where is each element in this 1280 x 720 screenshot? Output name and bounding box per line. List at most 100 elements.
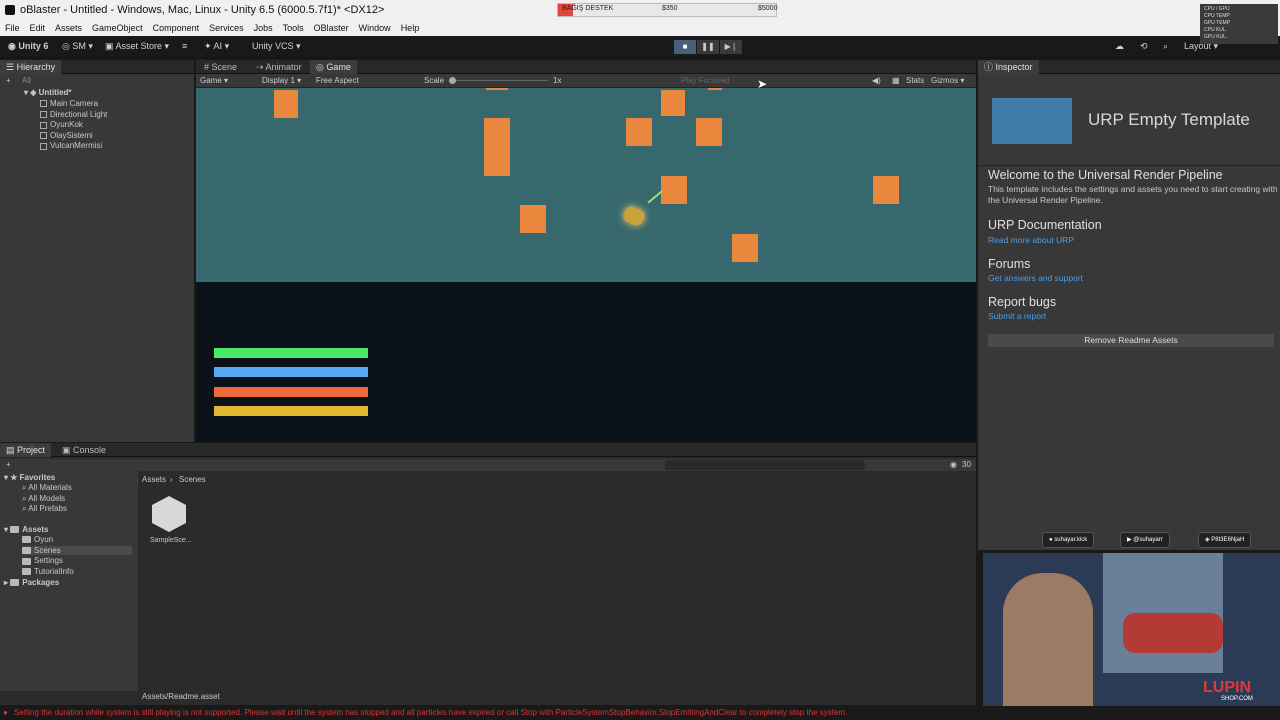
project-search-input[interactable] <box>665 460 865 470</box>
unity-scene-icon[interactable] <box>152 496 186 532</box>
tab-project[interactable]: ▤ Project <box>0 443 52 457</box>
hierarchy-item[interactable]: Directional Light <box>40 110 107 119</box>
inspector-header: ⓘ Inspector <box>978 60 1280 74</box>
remove-readme-button[interactable]: Remove Readme Assets <box>988 334 1274 347</box>
bar-orange <box>214 387 368 397</box>
tab-game[interactable]: ◎ Game <box>310 60 357 74</box>
vcs-button[interactable]: Unity VCS ▾ <box>252 41 301 52</box>
menu-item-file[interactable]: File <box>0 20 25 36</box>
gizmos-button[interactable]: Gizmos ▾ <box>931 76 964 85</box>
donation-current: $350 <box>662 5 678 12</box>
stop-button[interactable]: ■ <box>674 40 696 54</box>
breadcrumb-scenes[interactable]: Scenes <box>179 475 206 484</box>
favorites-header[interactable]: ▾ ★ Favorites <box>4 473 55 482</box>
folder-icon <box>22 557 31 565</box>
cloud-icon[interactable]: ☁ <box>1115 41 1124 52</box>
hierarchy-item[interactable]: OyunKok <box>40 120 83 129</box>
folder-label: TutorialInfo <box>34 566 74 576</box>
history-icon[interactable]: ⟲ <box>1140 41 1148 52</box>
tab-scene[interactable]: # Scene <box>198 60 243 74</box>
vcs-label: Unity VCS <box>252 41 294 51</box>
eye-icon[interactable]: ◉ <box>950 460 957 469</box>
orange-block <box>696 118 722 146</box>
menu-item-window[interactable]: Window <box>354 20 396 36</box>
hierarchy-item[interactable]: Main Camera <box>40 99 98 108</box>
hierarchy-item[interactable]: VulcanMermisi <box>40 141 102 150</box>
assets-label: Assets <box>22 525 49 534</box>
game-playfield <box>196 88 976 282</box>
ai-button[interactable]: ✦ AI ▾ <box>204 41 229 52</box>
favorite-item[interactable]: ⌕ All Prefabs <box>22 504 67 514</box>
bugs-link[interactable]: Submit a report <box>988 311 1046 321</box>
asset-count: 30 <box>962 460 971 469</box>
youtube-chip: ▶ @suhayarr <box>1120 532 1170 548</box>
asset-store-label: Asset Store <box>115 41 163 51</box>
hierarchy-item[interactable]: OlaySistemi <box>40 131 93 140</box>
favorite-item[interactable]: ⌕ All Models <box>22 494 65 504</box>
aspect-dropdown[interactable]: Free Aspect <box>316 76 359 85</box>
scale-slider[interactable] <box>452 80 548 81</box>
tab-inspector[interactable]: ⓘ Inspector <box>978 60 1039 74</box>
project-tree: ▾ ★ Favorites ⌕ All Materials ⌕ All Model… <box>0 471 138 691</box>
add-icon[interactable]: + <box>6 76 11 85</box>
stats-button[interactable]: Stats <box>906 76 924 85</box>
hamburger-icon[interactable]: ≡ <box>182 41 187 51</box>
display-dropdown[interactable]: Display 1 ▾ <box>262 76 301 85</box>
folder-item[interactable]: Scenes <box>22 545 132 555</box>
assets-header[interactable]: ▾ Assets <box>4 525 49 534</box>
favorite-item[interactable]: ⌕ All Materials <box>22 483 72 493</box>
main-toolbar: ◉ Unity 6 ◎ SM ▾ ▣ Asset Store ▾ ≡ ✦ AI … <box>0 36 1280 58</box>
discord-label: P8t3E6NjaH <box>1211 537 1245 543</box>
hierarchy-panel: ☰ Hierarchy + All ▾ ◈ Untitled* Main Cam… <box>0 60 194 442</box>
packages-header[interactable]: ▸ Packages <box>4 578 59 587</box>
scene-root[interactable]: ▾ ◈ Untitled* <box>24 88 72 97</box>
favorite-label: All Prefabs <box>28 504 67 514</box>
menu-item-help[interactable]: Help <box>396 20 425 36</box>
game-mode-dropdown[interactable]: Game ▾ <box>200 76 228 85</box>
menu-item-jobs[interactable]: Jobs <box>249 20 278 36</box>
asset-name[interactable]: SampleSce... <box>150 537 192 544</box>
status-bar: ● Setting the duration while system is s… <box>0 706 1280 720</box>
project-tab-label: Project <box>17 445 46 455</box>
mute-icon[interactable]: ◀) <box>872 76 881 85</box>
add-asset-icon[interactable]: + <box>6 460 11 469</box>
hierarchy-search-input[interactable]: All <box>22 76 31 85</box>
doc-link[interactable]: Read more about URP <box>988 235 1074 245</box>
asset-store-button[interactable]: ▣ Asset Store ▾ <box>105 41 169 52</box>
menu-item-tools[interactable]: Tools <box>278 20 309 36</box>
breadcrumb-assets[interactable]: Assets <box>142 475 166 484</box>
doc-heading: URP Documentation <box>988 218 1102 232</box>
scale-slider-handle[interactable] <box>449 77 456 84</box>
forums-link[interactable]: Get answers and support <box>988 273 1083 283</box>
step-button[interactable]: ▶❘ <box>720 40 742 54</box>
status-message[interactable]: Setting the duration while system is sti… <box>14 708 847 717</box>
tab-console[interactable]: ▣ Console <box>56 443 112 457</box>
donation-label: BAĞIŞ DESTEK <box>562 5 614 12</box>
search-icon[interactable]: ⌕ <box>1163 41 1168 52</box>
play-focused-dropdown[interactable]: Play Focused <box>681 76 729 85</box>
folder-item[interactable]: Oyun <box>22 535 53 544</box>
gameobject-icon <box>40 110 47 118</box>
donation-bar: BAĞIŞ DESTEK $350 $5000 <box>557 3 777 17</box>
welcome-heading: Welcome to the Universal Render Pipeline <box>988 168 1223 182</box>
menu-item-assets[interactable]: Assets <box>50 20 87 36</box>
breadcrumb-sep: › <box>170 475 173 484</box>
account-button[interactable]: ◉ Unity 6 <box>8 41 48 52</box>
menu-item-oblaster[interactable]: OBlaster <box>309 20 354 36</box>
tab-hierarchy[interactable]: ☰ Hierarchy <box>0 60 62 74</box>
user-button[interactable]: ◎ SM ▾ <box>62 41 93 52</box>
menu-item-gameobject[interactable]: GameObject <box>87 20 148 36</box>
red-car <box>1123 613 1223 653</box>
menu-item-services[interactable]: Services <box>204 20 249 36</box>
gameobject-icon <box>40 100 47 108</box>
folder-item[interactable]: Settings <box>22 556 63 565</box>
folder-item[interactable]: TutorialInfo <box>22 567 74 576</box>
tab-animator[interactable]: ⇢ Animator <box>250 60 308 74</box>
pause-button[interactable]: ❚❚ <box>697 40 719 54</box>
menu-item-component[interactable]: Component <box>148 20 205 36</box>
menu-bar: File Edit Assets GameObject Component Service… <box>0 20 1280 36</box>
shortcut-icon[interactable]: ▦ <box>892 76 900 85</box>
menu-item-edit[interactable]: Edit <box>25 20 51 36</box>
ai-label: AI <box>213 41 223 51</box>
play-controls: ■ ❚❚ ▶❘ <box>674 40 742 54</box>
